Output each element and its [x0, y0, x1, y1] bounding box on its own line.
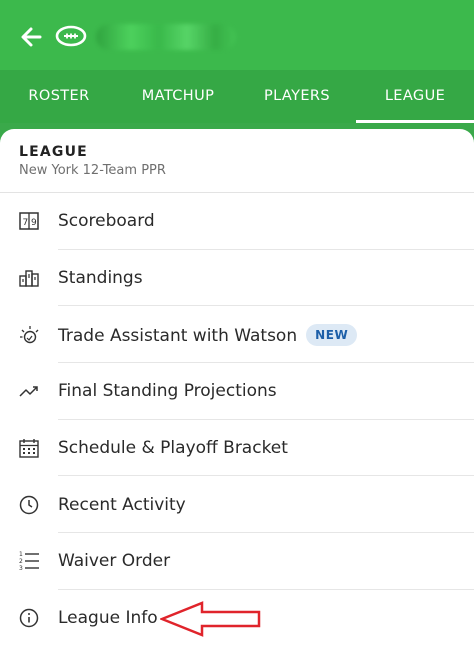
league-menu: 79 Scoreboard Standings Trade Assistant … [0, 193, 474, 647]
menu-item-label: Standings [58, 268, 143, 289]
menu-item-label: Schedule & Playoff Bracket [58, 438, 288, 459]
svg-text:1: 1 [19, 551, 23, 558]
league-menu-sheet: LEAGUE New York 12-Team PPR 79 Scoreboar… [0, 129, 474, 650]
menu-item-standings[interactable]: Standings [0, 250, 474, 307]
scoreboard-icon: 79 [18, 210, 40, 232]
new-badge: NEW [306, 323, 358, 346]
menu-item-scoreboard[interactable]: 79 Scoreboard [0, 193, 474, 250]
svg-text:2: 2 [19, 558, 23, 565]
menu-item-waiver-order[interactable]: 123 Waiver Order [0, 533, 474, 590]
tab-league[interactable]: LEAGUE [356, 70, 474, 123]
back-button[interactable] [18, 23, 46, 51]
tab-bar: ROSTER MATCHUP PLAYERS LEAGUE [0, 70, 474, 123]
team-name-redacted[interactable] [96, 24, 236, 50]
calendar-icon [18, 437, 40, 459]
tab-roster[interactable]: ROSTER [0, 70, 118, 123]
football-icon [55, 24, 87, 48]
menu-item-schedule-playoff-bracket[interactable]: Schedule & Playoff Bracket [0, 420, 474, 477]
menu-item-label: Waiver Order [58, 551, 171, 572]
menu-item-final-standing-projections[interactable]: Final Standing Projections [0, 363, 474, 420]
league-name: New York 12-Team PPR [19, 163, 166, 178]
menu-item-trade-assistant[interactable]: Trade Assistant with Watson NEW [0, 306, 474, 363]
top-app-bar [0, 0, 474, 70]
sheet-header: LEAGUE New York 12-Team PPR [0, 129, 474, 193]
red-arrow-pointer-icon [160, 601, 261, 637]
svg-text:9: 9 [31, 218, 37, 228]
menu-item-recent-activity[interactable]: Recent Activity [0, 476, 474, 533]
menu-item-label: Trade Assistant with Watson NEW [58, 323, 358, 346]
menu-item-label: Recent Activity [58, 494, 186, 515]
lightbulb-icon [18, 324, 40, 346]
svg-text:3: 3 [19, 565, 23, 572]
clock-icon [18, 494, 40, 516]
trend-up-icon [18, 380, 40, 402]
menu-item-label: Scoreboard [58, 211, 155, 232]
menu-item-label: Final Standing Projections [58, 381, 277, 402]
tab-matchup[interactable]: MATCHUP [118, 70, 238, 123]
tab-players[interactable]: PLAYERS [238, 70, 356, 123]
menu-item-label: League Info [58, 608, 158, 629]
sheet-title: LEAGUE [19, 144, 88, 160]
arrow-left-icon [21, 27, 42, 47]
numbered-list-icon: 123 [18, 550, 40, 572]
standings-icon [18, 267, 40, 289]
info-icon [18, 607, 40, 629]
svg-text:7: 7 [23, 218, 29, 228]
